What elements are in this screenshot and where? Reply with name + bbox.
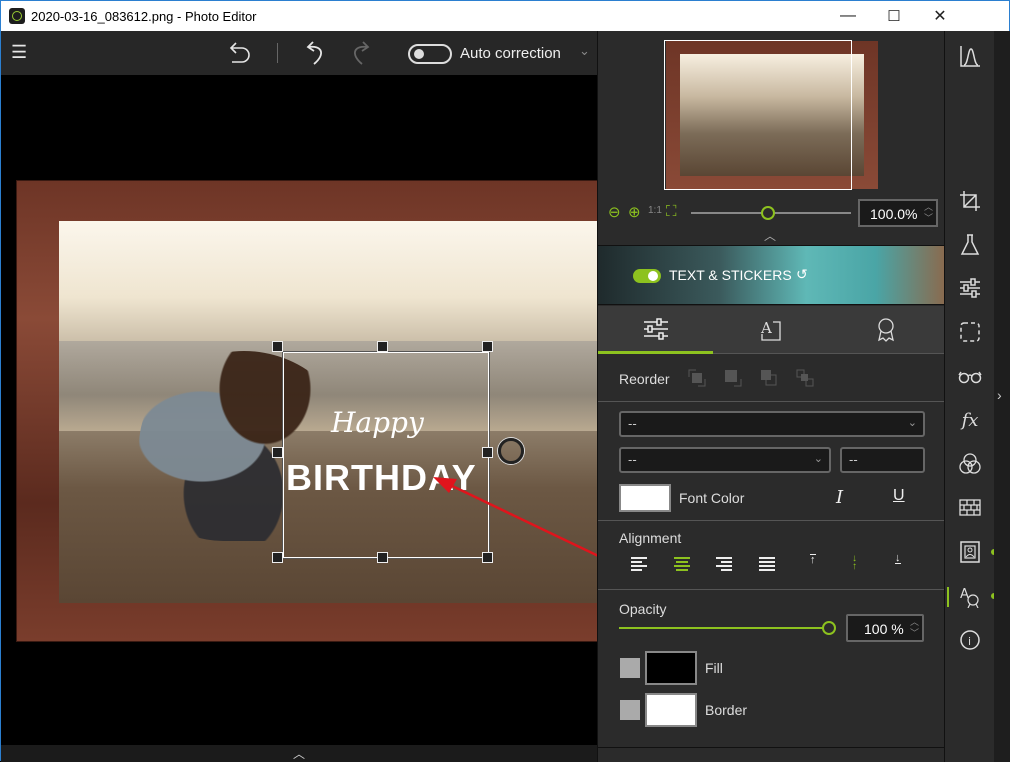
zoom-input[interactable]: 100.0% ︿ ﹀ <box>858 199 938 227</box>
border-checkbox[interactable] <box>620 700 640 720</box>
align-center-icon[interactable] <box>674 557 690 571</box>
info-icon[interactable]: i <box>957 627 983 653</box>
opacity-up-icon[interactable]: ︿ <box>910 618 919 627</box>
glasses-icon[interactable] <box>957 363 983 389</box>
divider <box>598 747 945 748</box>
reset-icon[interactable]: ↺ <box>796 266 808 283</box>
panel-expand-strip[interactable]: › <box>994 31 1010 762</box>
frame-icon[interactable] <box>957 539 983 565</box>
banner-title: TEXT & STICKERS <box>669 267 792 283</box>
align-right-icon[interactable] <box>716 557 732 571</box>
app-window: 2020-03-16_083612.png - Photo Editor — ☐… <box>0 0 1010 762</box>
align-middle-icon[interactable]: ↓ ↑ <box>852 554 857 572</box>
tab-stickers[interactable] <box>828 306 943 354</box>
alignment-label: Alignment <box>619 530 682 546</box>
color-circles-icon[interactable] <box>957 451 983 477</box>
active-tool-indicator <box>947 587 949 607</box>
navigator-thumbnail[interactable] <box>664 40 878 190</box>
chevron-down-icon: ⌄ <box>813 453 823 465</box>
text-stickers-toggle[interactable] <box>633 269 661 283</box>
zoom-up-icon[interactable]: ︿ <box>924 203 933 212</box>
flask-icon[interactable] <box>957 232 983 258</box>
opacity-value: 100 % <box>864 621 904 637</box>
bring-forward-icon[interactable] <box>724 369 742 387</box>
selection-icon[interactable] <box>957 319 983 345</box>
text-stickers-banner: TEXT & STICKERS ↺ <box>598 245 945 305</box>
adjustments-icon[interactable] <box>957 275 983 301</box>
right-panel: ⊖ ⊕ 1:1 ⛶ 100.0% ︿ ﹀ ︿ TEXT & STICKERS ↺… <box>597 31 945 762</box>
minimize-button[interactable]: — <box>825 1 871 31</box>
tool-sidebar: fx A i <box>944 31 997 762</box>
font-family-dropdown[interactable]: -- ⌄ <box>619 411 925 437</box>
font-color-label: Font Color <box>679 490 745 506</box>
fit-screen-icon[interactable]: ⛶ <box>666 203 677 220</box>
maximize-button[interactable]: ☐ <box>871 1 917 31</box>
zoom-slider-knob[interactable] <box>761 206 775 220</box>
texture-icon[interactable] <box>957 495 983 521</box>
opacity-down-icon[interactable]: ﹀ <box>910 629 919 638</box>
zoom-value: 100.0% <box>870 206 918 222</box>
font-style-dropdown[interactable]: -- ⌄ <box>619 447 831 473</box>
expand-up-icon[interactable]: ︿ <box>293 747 305 761</box>
opacity-slider-knob[interactable] <box>822 621 836 635</box>
reorder-label: Reorder <box>619 371 670 387</box>
histogram-icon[interactable] <box>957 43 983 69</box>
text-box-icon: A <box>760 319 781 341</box>
underline-button[interactable]: U <box>893 487 905 505</box>
divider <box>598 589 945 590</box>
border-color-swatch[interactable] <box>645 693 697 727</box>
tab-text[interactable]: A <box>713 306 828 354</box>
viewport-rectangle[interactable] <box>664 40 852 190</box>
fill-color-swatch[interactable] <box>645 651 697 685</box>
font-size-input[interactable]: -- <box>840 447 925 473</box>
divider <box>598 520 945 521</box>
font-family-value: -- <box>628 416 637 431</box>
close-button[interactable]: ✕ <box>917 1 963 31</box>
crop-icon[interactable] <box>957 188 983 214</box>
italic-button[interactable]: I <box>836 487 843 508</box>
align-justify-icon[interactable] <box>759 557 775 571</box>
opacity-label: Opacity <box>619 601 667 617</box>
align-bottom-icon[interactable]: ↓ <box>895 553 901 564</box>
text-stickers-icon[interactable]: A <box>957 584 983 610</box>
send-to-back-icon[interactable] <box>796 369 814 387</box>
send-backward-icon[interactable] <box>760 369 778 387</box>
badge-icon <box>877 318 894 342</box>
svg-text:i: i <box>968 635 971 648</box>
font-size-value: -- <box>849 452 858 467</box>
zoom-down-icon[interactable]: ﹀ <box>924 214 933 223</box>
annotation-arrow <box>433 477 614 565</box>
filmstrip-toggle-bar[interactable]: ︿ <box>1 745 597 762</box>
zoom-in-icon[interactable]: ⊕ <box>628 203 641 221</box>
fill-label: Fill <box>705 660 723 676</box>
actual-size-button[interactable]: 1:1 <box>648 205 662 216</box>
chevron-right-icon[interactable]: › <box>997 387 1002 403</box>
bring-to-front-icon[interactable] <box>688 369 706 387</box>
border-label: Border <box>705 702 748 718</box>
align-top-icon[interactable]: ↑ <box>810 554 816 566</box>
tab-adjust[interactable] <box>598 306 713 354</box>
opacity-slider[interactable] <box>619 627 823 629</box>
sliders-icon <box>643 317 668 340</box>
opacity-input[interactable]: 100 % ︿ ﹀ <box>846 614 924 642</box>
panel-tabs: A <box>598 306 945 354</box>
divider <box>598 401 945 402</box>
font-color-swatch[interactable] <box>619 484 671 512</box>
align-left-icon[interactable] <box>631 557 647 571</box>
fill-checkbox[interactable] <box>620 658 640 678</box>
fx-icon[interactable]: fx <box>957 407 983 433</box>
chevron-down-icon: ⌄ <box>907 417 917 429</box>
zoom-out-icon[interactable]: ⊖ <box>608 203 621 221</box>
collapse-navigator-icon[interactable]: ︿ <box>764 227 776 244</box>
font-style-value: -- <box>628 452 637 467</box>
